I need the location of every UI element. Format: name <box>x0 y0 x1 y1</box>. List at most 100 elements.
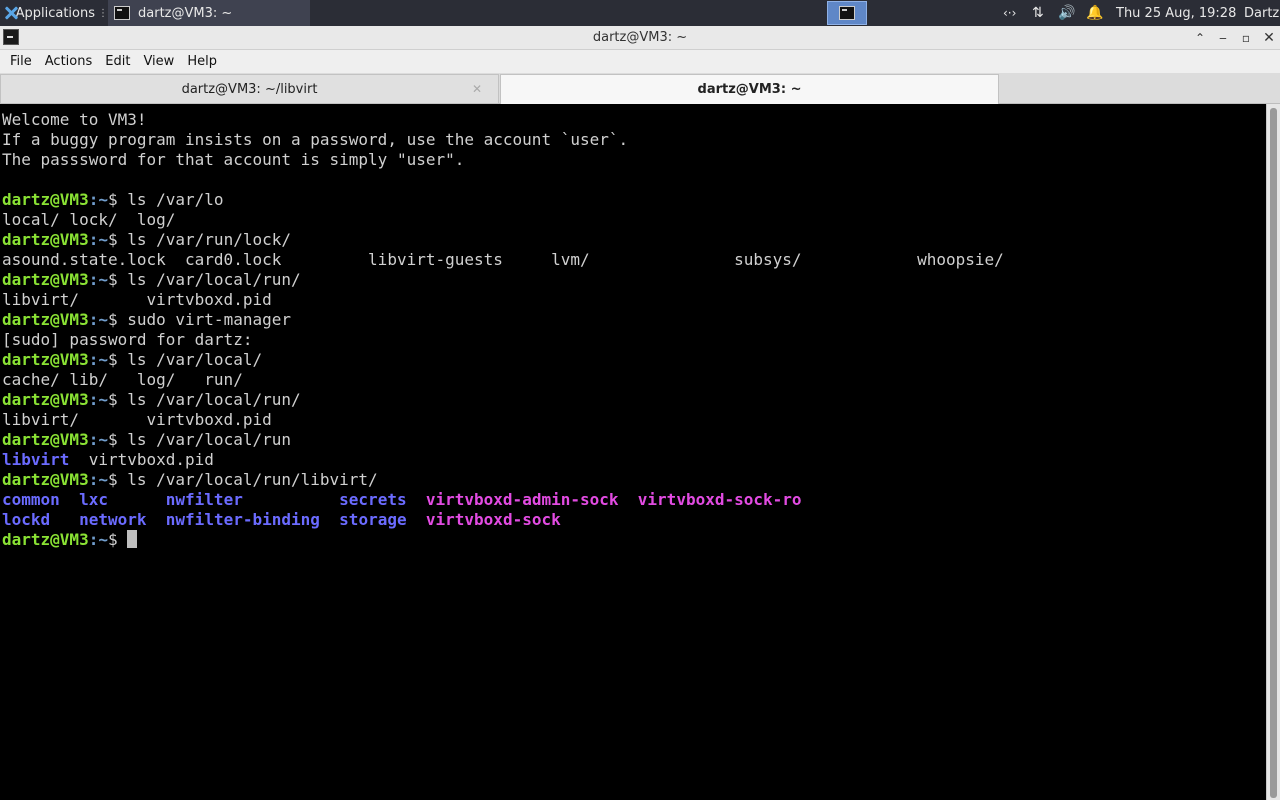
workspace-switcher[interactable] <box>827 1 867 25</box>
taskbar-item-label: dartz@VM3: ~ <box>138 5 233 21</box>
prompt-user: dartz@VM3 <box>2 270 89 289</box>
scrollbar[interactable] <box>1266 104 1280 800</box>
terminal-line: local/ lock/ log/ <box>2 210 1004 230</box>
tab-libvirt[interactable]: dartz@VM3: ~/libvirt ✕ <box>0 74 499 104</box>
prompt-path: :~ <box>88 530 108 549</box>
menu-edit[interactable]: Edit <box>105 54 130 69</box>
terminal-line: The passsword for that account is simply… <box>2 150 1004 170</box>
prompt-symbol: $ <box>107 350 128 369</box>
transfer-icon[interactable]: ⇅ <box>1032 0 1044 26</box>
socket-entry: virtvboxd-sock-ro <box>637 490 802 509</box>
output-text: Welcome to VM3! <box>2 110 147 129</box>
menu-actions[interactable]: Actions <box>45 54 93 69</box>
window-titlebar[interactable]: dartz@VM3: ~ ⌃ ‒ ▫ ✕ <box>0 26 1280 50</box>
terminal-line: libvirt/ virtvboxd.pid <box>2 290 1004 310</box>
output-text: cache/ lib/ log/ run/ <box>2 370 243 389</box>
clock[interactable]: Thu 25 Aug, 19:28 <box>1116 0 1236 26</box>
output-text: local/ lock/ log/ <box>2 210 176 229</box>
directory-entry: network <box>79 510 147 529</box>
close-button[interactable]: ✕ <box>1260 29 1278 47</box>
prompt-symbol: $ <box>107 190 128 209</box>
terminal-line: dartz@VM3:~$ ls /var/local/ <box>2 350 1004 370</box>
prompt-symbol: $ <box>107 530 128 549</box>
notification-icon[interactable]: 🔔 <box>1086 0 1103 26</box>
directory-entry: lockd <box>2 510 51 529</box>
prompt-user: dartz@VM3 <box>2 310 89 329</box>
terminal-line: [sudo] password for dartz: <box>2 330 1004 350</box>
terminal-line: dartz@VM3:~$ ls /var/run/lock/ <box>2 230 1004 250</box>
command-text: ls /var/lo <box>127 190 224 209</box>
output-text: libvirt/ virtvboxd.pid <box>2 410 272 429</box>
terminal-line: dartz@VM3:~$ ls /var/local/run/ <box>2 270 1004 290</box>
prompt-path: :~ <box>88 310 108 329</box>
output-text: virtvboxd.pid <box>69 450 214 469</box>
shade-up-icon[interactable]: ⌃ <box>1191 29 1209 47</box>
terminal-lines: Welcome to VM3! If a buggy program insist… <box>2 110 1004 550</box>
directory-entry: storage <box>339 510 407 529</box>
window-title: dartz@VM3: ~ <box>592 30 688 45</box>
directory-entry: nwfilter-binding <box>165 510 320 529</box>
prompt-path: :~ <box>88 350 108 369</box>
menu-help[interactable]: Help <box>187 54 217 69</box>
terminal-line: cache/ lib/ log/ run/ <box>2 370 1004 390</box>
terminal-line: dartz@VM3:~$ ls /var/local/run/libvirt/ <box>2 470 1004 490</box>
directory-entry: lxc <box>79 490 108 509</box>
scrollbar-thumb[interactable] <box>1270 108 1277 798</box>
prompt-path: :~ <box>88 470 108 489</box>
terminal-output[interactable]: Welcome to VM3! If a buggy program insist… <box>0 104 1266 800</box>
terminal-line: dartz@VM3:~$ sudo virt-manager <box>2 310 1004 330</box>
prompt-symbol: $ <box>107 470 128 489</box>
prompt-path: :~ <box>88 190 108 209</box>
prompt-symbol: $ <box>107 230 128 249</box>
tab-bar: dartz@VM3: ~/libvirt ✕ dartz@VM3: ~ <box>0 73 1280 104</box>
network-icon[interactable]: ‹·› <box>1003 0 1016 26</box>
maximize-button[interactable]: ▫ <box>1237 29 1255 47</box>
output-text: The passsword for that account is simply… <box>2 150 465 169</box>
terminal-line: asound.state.lock card0.lock libvirt-gue… <box>2 250 1004 270</box>
applications-menu-button[interactable]: Applications ⋮ <box>0 0 108 26</box>
menu-file[interactable]: File <box>10 54 32 69</box>
output-text: [sudo] password for dartz: <box>2 330 253 349</box>
menu-view[interactable]: View <box>143 54 174 69</box>
directory-entry: nwfilter <box>165 490 243 509</box>
terminal-line: dartz@VM3:~$ <box>2 530 1004 550</box>
command-text: ls /var/local/ <box>127 350 263 369</box>
prompt-symbol: $ <box>107 270 128 289</box>
terminal-line: dartz@VM3:~$ ls /var/lo <box>2 190 1004 210</box>
command-text: ls /var/run/lock/ <box>127 230 291 249</box>
output-text: libvirt/ virtvboxd.pid <box>2 290 272 309</box>
directory-entry: common <box>2 490 60 509</box>
prompt-user: dartz@VM3 <box>2 190 89 209</box>
prompt-path: :~ <box>88 430 108 449</box>
minimize-button[interactable]: ‒ <box>1214 29 1232 47</box>
prompt-user: dartz@VM3 <box>2 390 89 409</box>
taskbar-item-terminal[interactable]: dartz@VM3: ~ <box>108 0 310 26</box>
applications-label: Applications <box>15 5 95 21</box>
terminal-line: common lxc nwfilter secrets virtvboxd-ad… <box>2 490 1004 510</box>
output-text: If a buggy program insists on a password… <box>2 130 629 149</box>
terminal-line: libvirt/ virtvboxd.pid <box>2 410 1004 430</box>
prompt-user: dartz@VM3 <box>2 470 89 489</box>
tab-close-icon[interactable]: ✕ <box>472 82 482 96</box>
terminal-line: dartz@VM3:~$ ls /var/local/run/ <box>2 390 1004 410</box>
prompt-user: dartz@VM3 <box>2 530 89 549</box>
volume-icon[interactable]: 🔊 <box>1058 0 1075 26</box>
socket-entry: virtvboxd-admin-sock <box>425 490 619 509</box>
tab-home[interactable]: dartz@VM3: ~ <box>500 74 999 104</box>
command-text: ls /var/local/run/ <box>127 390 301 409</box>
output-text: asound.state.lock card0.lock libvirt-gue… <box>2 250 1004 269</box>
text-cursor <box>127 530 138 548</box>
prompt-path: :~ <box>88 230 108 249</box>
user-menu[interactable]: Dartz <box>1244 0 1279 26</box>
terminal-line: lockd network nwfilter-binding storage v… <box>2 510 1004 530</box>
menubar: File Actions Edit View Help <box>0 50 1280 73</box>
prompt-symbol: $ <box>107 430 128 449</box>
